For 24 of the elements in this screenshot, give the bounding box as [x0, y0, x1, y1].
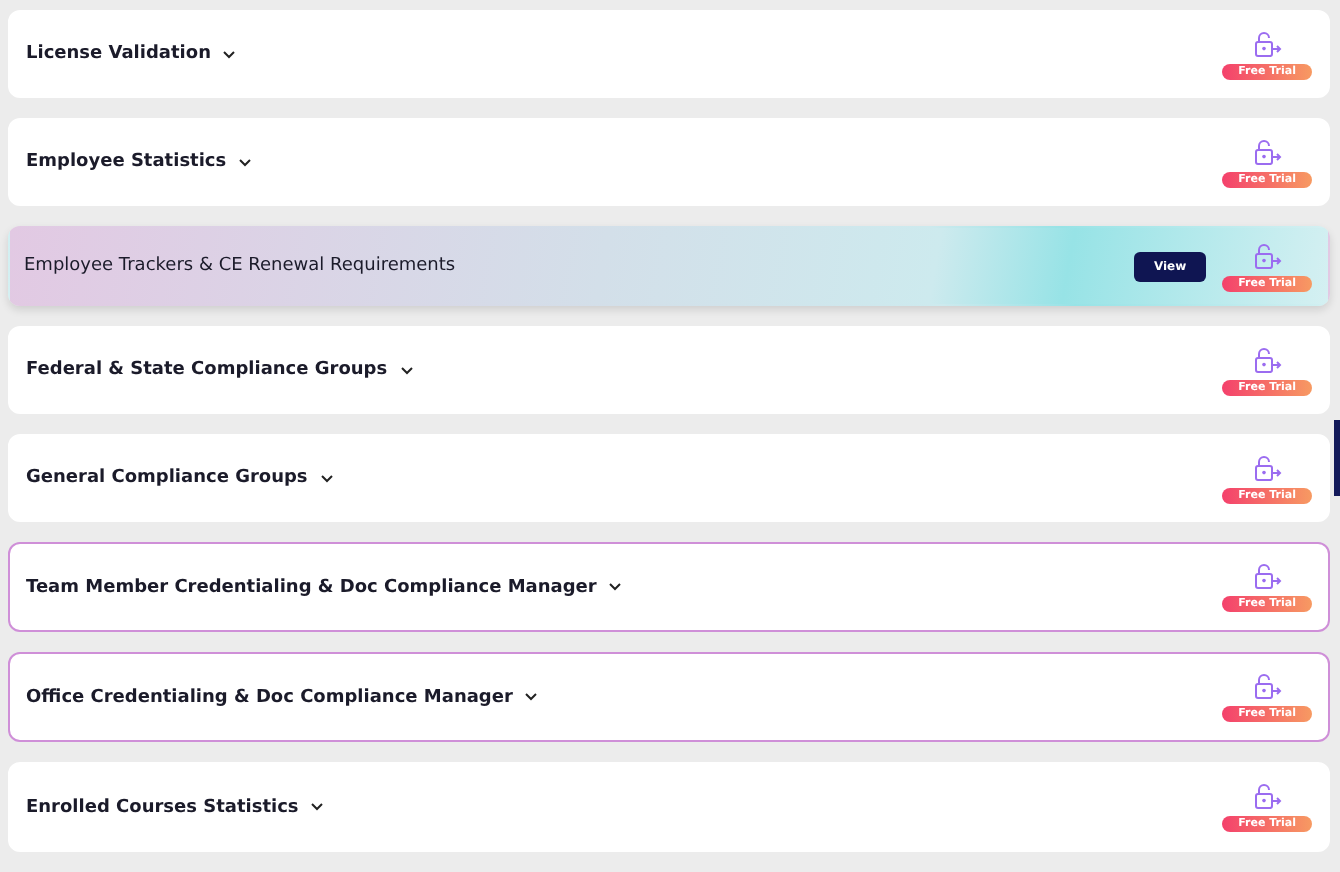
lock-icon	[1251, 672, 1284, 700]
chevron-down-icon	[238, 157, 253, 167]
section-title: Office Credentialing & Doc Compliance Manager	[26, 687, 513, 707]
chevron-down-icon	[222, 49, 237, 59]
lock-icon	[1251, 29, 1284, 57]
scrollbar-thumb[interactable]	[1334, 420, 1340, 496]
lock-icon	[1251, 137, 1284, 165]
lock-icon	[1251, 241, 1284, 269]
lock-icon	[1251, 453, 1284, 481]
section-title: Team Member Credentialing & Doc Compliance Manager	[26, 577, 597, 597]
chevron-down-icon	[310, 802, 325, 812]
section-title: General Compliance Groups	[26, 468, 308, 488]
section-title: Enrolled Courses Statistics	[26, 797, 299, 817]
chevron-down-icon	[399, 365, 414, 375]
section-title: Employee Statistics	[26, 152, 227, 172]
lock-icon	[1251, 562, 1284, 590]
chevron-down-icon	[319, 473, 334, 483]
chevron-down-icon	[524, 692, 539, 702]
lock-icon	[1251, 782, 1284, 810]
section-title: Federal & State Compliance Groups	[26, 360, 388, 380]
chevron-down-icon	[608, 582, 623, 592]
lock-icon	[1251, 345, 1284, 373]
section-title: License Validation	[26, 44, 211, 64]
section-title: Employee Trackers & CE Renewal Requirements	[24, 256, 456, 276]
